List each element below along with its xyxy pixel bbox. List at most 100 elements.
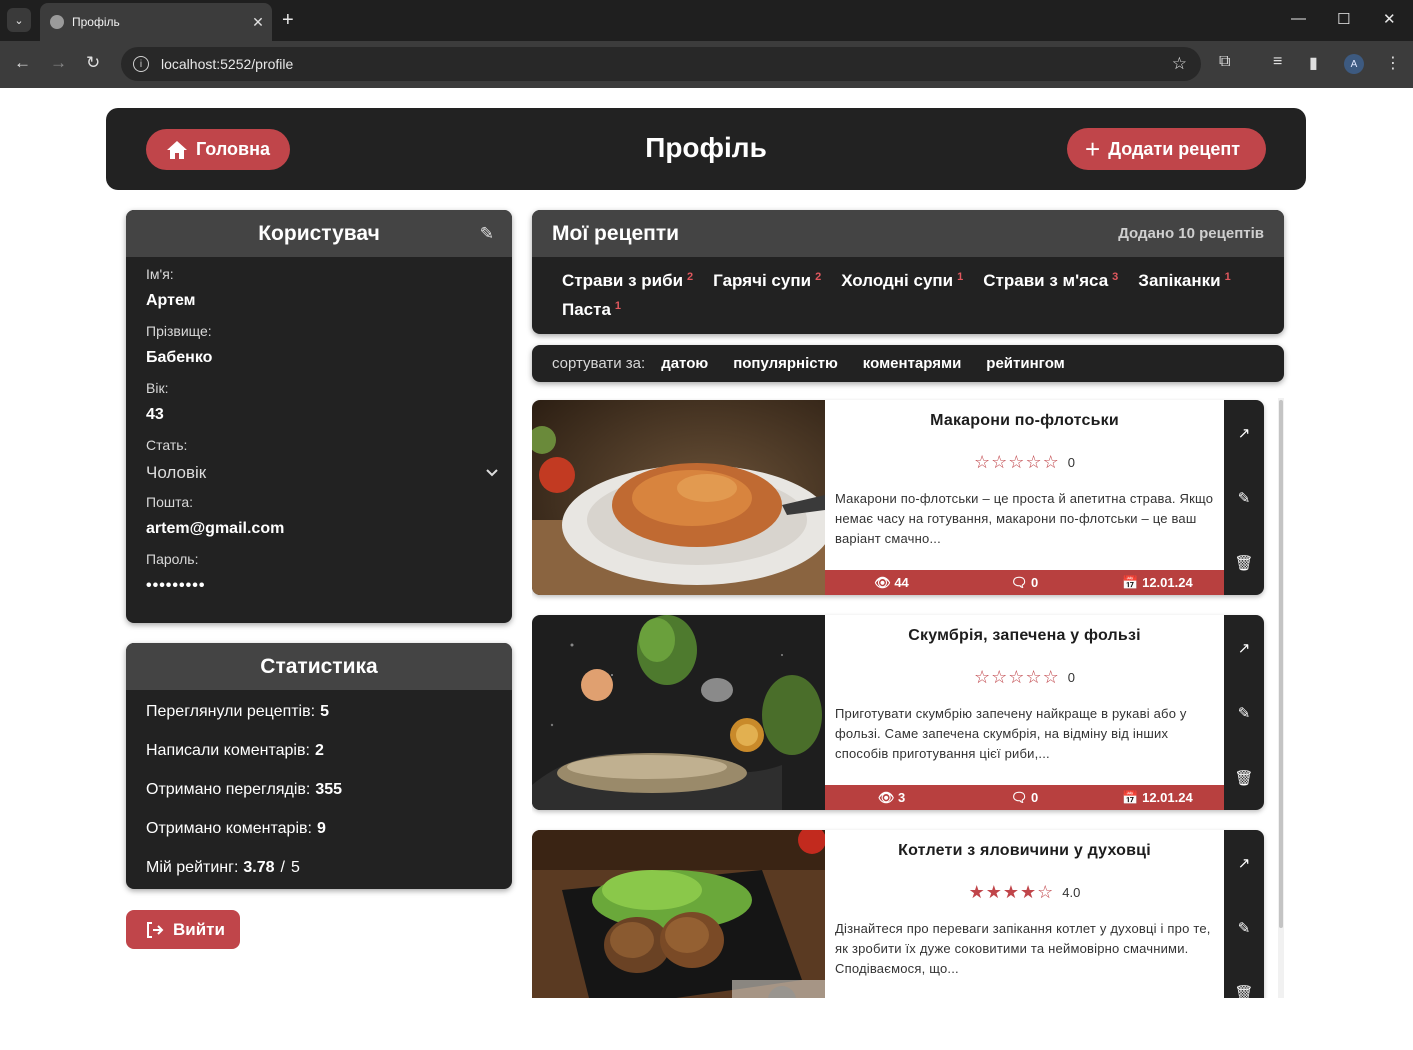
plus-icon: + [1085, 134, 1101, 164]
recipe-date: 📅 12.01.24 [1122, 789, 1193, 805]
recipes-count: Додано 10 рецептів [1118, 225, 1264, 242]
add-recipe-label: Додати рецепт [1108, 138, 1241, 159]
category-casseroles[interactable]: Запіканки 1 [1138, 271, 1230, 292]
profile-avatar[interactable]: A [1344, 54, 1364, 74]
category-count-badge: 1 [957, 271, 964, 283]
password-label: Пароль: [146, 551, 199, 567]
open-external-icon[interactable]: ↗ [1238, 854, 1251, 872]
sort-by-comments[interactable]: коментарями [863, 355, 962, 372]
category-hot-soups[interactable]: Гарячі супи 2 [713, 271, 821, 292]
my-recipes-card: Мої рецепти Додано 10 рецептів Страви з … [532, 210, 1284, 334]
gender-select[interactable]: Чоловік [126, 463, 512, 483]
category-fish[interactable]: Страви з риби 2 [562, 271, 693, 292]
chevron-down-icon [486, 469, 498, 477]
edit-icon[interactable]: ✎ [1238, 704, 1251, 722]
category-count-badge: 1 [614, 300, 622, 312]
tab-search-icon[interactable]: ⌄ [7, 8, 31, 32]
extensions-icon[interactable]: ⧉ [1219, 53, 1230, 71]
open-external-icon[interactable]: ↗ [1238, 424, 1251, 442]
recipe-photo-cutlets[interactable] [532, 830, 825, 998]
user-card-title: Користувач [258, 221, 380, 245]
recipe-body: Макарони по-флотськи ☆☆☆☆☆ 0 Макарони по… [825, 400, 1224, 595]
delete-trash-icon[interactable]: 🗑 [1234, 984, 1253, 999]
email-value: artem@gmail.com [146, 520, 285, 537]
edit-icon[interactable]: ✎ [1238, 919, 1251, 937]
rating-value: 4.0 [1062, 885, 1081, 900]
last-name-value: Бабенко [146, 349, 213, 366]
edit-pencil-icon[interactable]: ✎ [480, 224, 494, 244]
new-tab-icon[interactable]: + [282, 9, 294, 31]
sort-by-date[interactable]: датою [661, 355, 708, 372]
browser-tab-bar: ⌄ Профіль ✕ + — ☐ ✕ [0, 0, 1413, 41]
tab-title: Профіль [72, 15, 120, 29]
edit-icon[interactable]: ✎ [1238, 489, 1251, 507]
side-panel-icon[interactable]: ▮ [1309, 53, 1318, 73]
recipe-actions: ↗ ✎ 🗑 [1224, 615, 1264, 810]
comments-count: 🗨 0 [1010, 789, 1039, 805]
category-pasta[interactable]: Паста 1 [562, 300, 621, 321]
recipe-description: Дізнайтеся про переваги запікання котлет… [835, 921, 1211, 976]
first-name-label: Ім'я: [146, 266, 174, 282]
minimize-icon[interactable]: — [1291, 10, 1306, 27]
browser-tab[interactable]: Профіль ✕ [40, 3, 272, 41]
stats-card-title: Статистика [260, 654, 378, 678]
email-label: Пошта: [146, 494, 194, 510]
rating-value: 0 [1067, 455, 1075, 470]
gender-value: Чоловік [146, 463, 207, 482]
recipe-body: Скумбрія, запечена у фользі ☆☆☆☆☆ 0 Приг… [825, 615, 1224, 810]
recipe-date: 📅 12.01.24 [1122, 574, 1193, 590]
recipe-list[interactable]: Макарони по-флотськи ☆☆☆☆☆ 0 Макарони по… [532, 398, 1284, 998]
window-close-icon[interactable]: ✕ [1383, 10, 1396, 28]
delete-trash-icon[interactable]: 🗑 [1234, 554, 1253, 572]
back-icon[interactable]: ← [14, 53, 31, 73]
url-field[interactable]: i localhost:5252/profile ☆ [121, 47, 1201, 81]
category-count-badge: 2 [687, 271, 694, 283]
recipe-rating: ☆☆☆☆☆ 0 [825, 667, 1224, 688]
recipe-photo-mackerel[interactable] [532, 615, 825, 810]
recipe-title[interactable]: Макарони по-флотськи [825, 412, 1224, 430]
recipe-rating: ★★★★☆ 4.0 [825, 882, 1224, 903]
last-name-label: Прізвище: [146, 323, 212, 339]
media-icon[interactable]: ≡ [1273, 53, 1282, 71]
globe-icon [50, 15, 64, 29]
stats-card: Статистика Переглянули рецептів: 5 Написа… [126, 643, 512, 889]
logout-button[interactable]: Вийти [126, 910, 240, 949]
site-info-icon[interactable]: i [133, 56, 149, 72]
reload-icon[interactable]: ↻ [86, 53, 100, 73]
maximize-icon[interactable]: ☐ [1337, 10, 1350, 28]
category-cold-soups[interactable]: Холодні супи 1 [841, 271, 963, 292]
user-card-header: Користувач ✎ [126, 210, 512, 257]
forward-icon[interactable]: → [50, 53, 67, 73]
sort-by-popularity[interactable]: популярністю [733, 355, 838, 372]
my-recipes-header: Мої рецепти Додано 10 рецептів [532, 210, 1284, 257]
stat-viewed-recipes: Переглянули рецептів: 5 [146, 702, 329, 720]
sort-by-rating[interactable]: рейтингом [986, 355, 1064, 372]
category-meat[interactable]: Страви з м'яса 3 [983, 271, 1118, 292]
recipe-card[interactable]: Скумбрія, запечена у фользі ☆☆☆☆☆ 0 Приг… [532, 615, 1264, 810]
user-card: Користувач ✎ Ім'я: Артем Прізвище: Бабен… [126, 210, 512, 623]
stat-written-comments: Написали коментарів: 2 [146, 741, 324, 759]
recipe-description: Приготувати скумбрію запечену найкраще в… [835, 706, 1187, 761]
age-label: Вік: [146, 380, 169, 396]
recipe-title[interactable]: Котлети з яловичини у духовці [825, 842, 1224, 860]
recipe-card[interactable]: Макарони по-флотськи ☆☆☆☆☆ 0 Макарони по… [532, 400, 1264, 595]
tab-close-icon[interactable]: ✕ [244, 14, 272, 31]
open-external-icon[interactable]: ↗ [1238, 639, 1251, 657]
password-value: ••••••••• [146, 577, 206, 594]
recipe-photo-pasta[interactable] [532, 400, 825, 595]
recipe-card[interactable]: Котлети з яловичини у духовці ★★★★☆ 4.0 … [532, 830, 1264, 998]
url-text[interactable]: localhost:5252/profile [161, 56, 1172, 72]
recipe-description: Макарони по-флотськи – це проста й апети… [835, 491, 1214, 546]
recipe-rating: ☆☆☆☆☆ 0 [825, 452, 1224, 473]
browser-menu-icon[interactable]: ⋮ [1385, 53, 1401, 73]
bookmark-star-icon[interactable]: ☆ [1172, 54, 1187, 74]
page: Головна Профіль + Додати рецепт Користув… [0, 88, 1413, 1050]
first-name-value: Артем [146, 292, 196, 309]
recipe-title[interactable]: Скумбрія, запечена у фользі [825, 627, 1224, 645]
scrollbar-thumb[interactable] [1279, 400, 1283, 928]
age-value: 43 [146, 406, 164, 423]
delete-trash-icon[interactable]: 🗑 [1234, 769, 1253, 787]
recipe-footer: 👁 44 🗨 0 📅 12.01.24 [825, 570, 1224, 595]
category-list: Страви з риби 2 Гарячі супи 2 Холодні супи… [532, 257, 1284, 321]
add-recipe-button[interactable]: + Додати рецепт [1067, 128, 1266, 170]
